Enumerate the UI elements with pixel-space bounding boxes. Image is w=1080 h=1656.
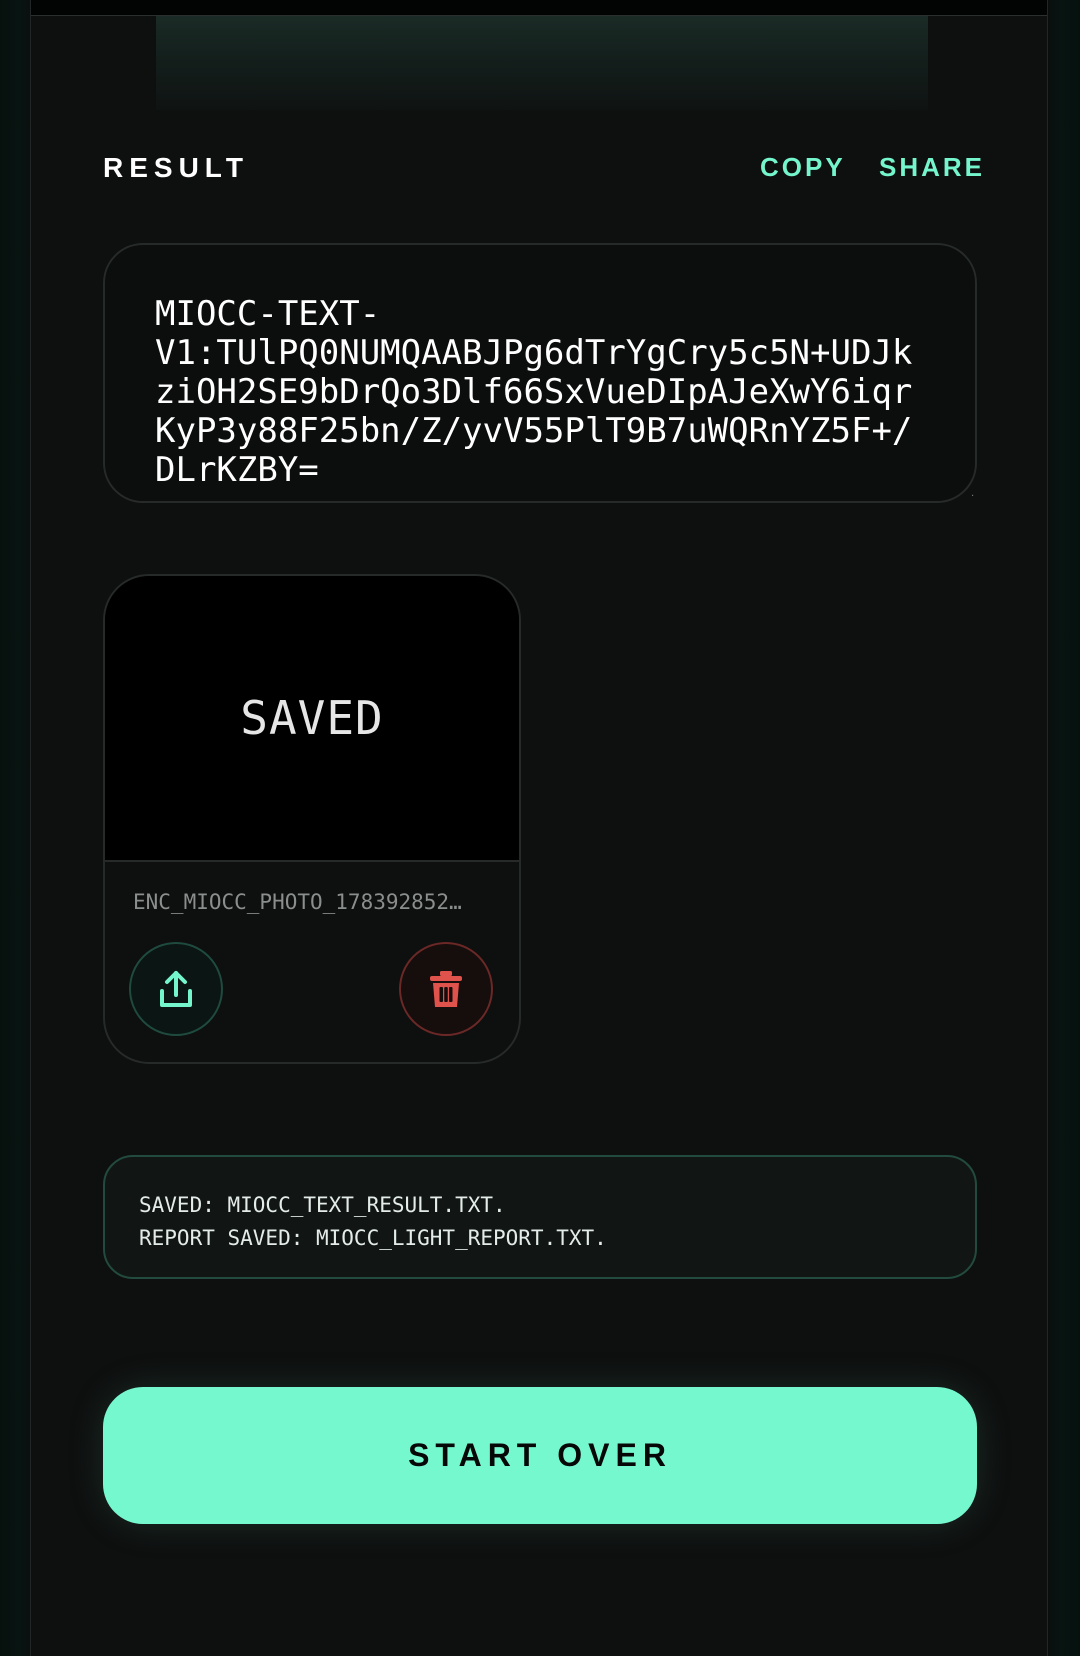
share-file-button[interactable] bbox=[129, 942, 223, 1036]
main-panel: RESULT COPY SHARE MIOCC-TEXT- V1:TUlPQ0N… bbox=[30, 0, 1048, 1656]
photo-preview[interactable]: SAVED bbox=[105, 576, 519, 862]
photo-card: SAVED ENC_MIOCC_PHOTO_178392852… bbox=[103, 574, 521, 1064]
left-edge-glow bbox=[0, 0, 32, 1656]
status-line: SAVED: MIOCC_TEXT_RESULT.TXT. bbox=[139, 1193, 506, 1217]
share-button[interactable]: SHARE bbox=[879, 152, 985, 183]
start-over-button[interactable]: START OVER bbox=[103, 1387, 977, 1524]
result-title: RESULT bbox=[103, 152, 249, 183]
top-glow bbox=[156, 16, 928, 110]
resize-grip-icon[interactable]: · bbox=[971, 492, 977, 502]
result-text-area[interactable]: MIOCC-TEXT- V1:TUlPQ0NUMQAABJPg6dTrYgCry… bbox=[103, 243, 977, 503]
share-upload-icon bbox=[160, 971, 192, 1007]
right-edge-glow bbox=[1048, 0, 1080, 1656]
copy-button[interactable]: COPY bbox=[760, 152, 846, 183]
status-line: REPORT SAVED: MIOCC_LIGHT_REPORT.TXT. bbox=[139, 1226, 607, 1250]
top-bar bbox=[31, 0, 1047, 16]
trash-icon bbox=[430, 971, 462, 1007]
preview-label: SAVED bbox=[240, 691, 384, 745]
file-name-label: ENC_MIOCC_PHOTO_178392852… bbox=[133, 890, 462, 914]
delete-file-button[interactable] bbox=[399, 942, 493, 1036]
status-log: SAVED: MIOCC_TEXT_RESULT.TXT. REPORT SAV… bbox=[103, 1155, 977, 1279]
